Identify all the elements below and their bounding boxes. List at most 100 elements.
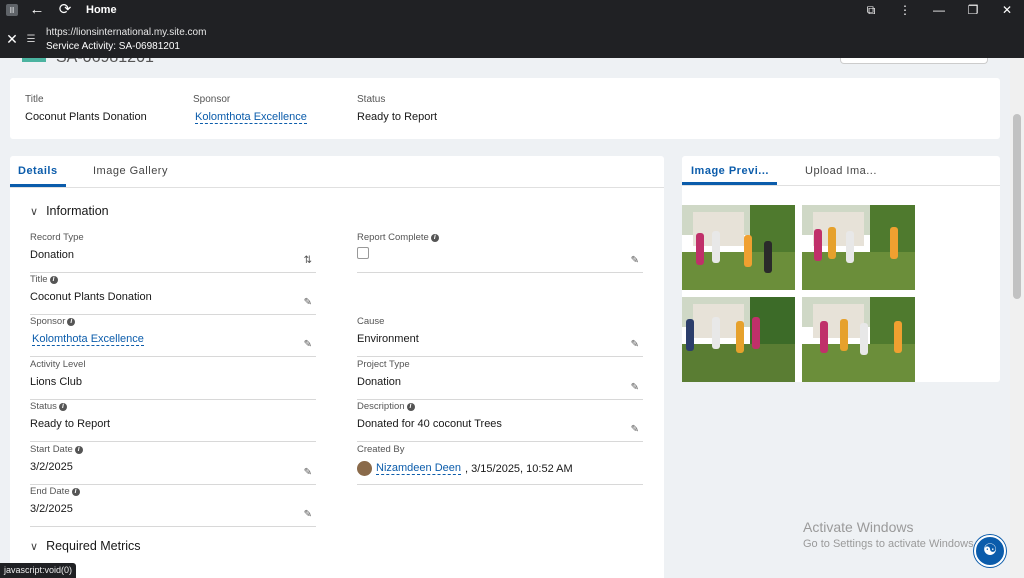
highlights-panel: Title Coconut Plants Donation Sponsor Ko…: [10, 78, 1000, 139]
minimize-icon[interactable]: —: [922, 3, 956, 17]
section-title: Information: [46, 204, 109, 218]
field-value: Donation: [357, 376, 402, 388]
extensions-icon[interactable]: ⧉: [854, 3, 888, 18]
refresh-icon[interactable]: ⟳: [56, 0, 74, 20]
page-scrollbar[interactable]: [1010, 58, 1024, 578]
pencil-icon[interactable]: ✎: [631, 255, 639, 266]
created-by-user-link[interactable]: Nizamdeen Deen: [376, 462, 461, 475]
gallery-tabs: Image Previ... Upload Ima...: [682, 156, 1000, 186]
pencil-icon[interactable]: ✎: [304, 467, 312, 478]
field-value: 3/2/2025: [30, 503, 73, 515]
field-start-date: Start Date i 3/2/2025 ✎: [30, 444, 316, 485]
field-label: Project Type: [357, 359, 410, 370]
field-status: Status i Ready to Report: [30, 401, 316, 442]
watermark-title: Activate Windows: [803, 519, 914, 535]
field-label: Title: [30, 274, 48, 285]
status-bar: javascript:void(0): [0, 563, 77, 578]
site-settings-icon[interactable]: ☰: [24, 34, 38, 45]
field-report-complete: Report Complete i ✎: [357, 232, 643, 273]
highlight-label: Sponsor: [193, 94, 231, 105]
field-value: Ready to Report: [30, 418, 111, 430]
accessibility-icon[interactable]: ☯: [974, 535, 1006, 567]
app-badge-icon: II: [6, 4, 18, 16]
field-label: Cause: [357, 316, 385, 327]
created-datetime: , 3/15/2025, 10:52 AM: [465, 462, 573, 475]
field-end-date: End Date i 3/2/2025 ✎: [30, 486, 316, 527]
section-title: Required Metrics: [46, 539, 141, 553]
field-label: Activity Level: [30, 359, 86, 370]
highlight-sponsor: Sponsor Kolomthota Excellence: [193, 94, 307, 124]
field-activity-level: Activity Level Lions Club: [30, 359, 316, 400]
section-required-metrics[interactable]: ∨ Required Metrics: [30, 539, 141, 553]
field-project-type: Project Type Donation ✎: [357, 359, 643, 400]
field-label: Sponsor: [30, 316, 66, 327]
sponsor-link[interactable]: Kolomthota Excellence: [195, 111, 307, 124]
tab-details[interactable]: Details: [18, 165, 58, 177]
url-text: https://lionsinternational.my.site.com: [46, 26, 207, 38]
info-icon[interactable]: i: [67, 317, 76, 326]
gallery-photo[interactable]: [682, 205, 795, 290]
field-value: Lions Club: [30, 376, 82, 388]
field-label: Record Type: [30, 232, 84, 243]
field-value: 3/2/2025: [30, 461, 73, 473]
scrollbar-thumb[interactable]: [1013, 114, 1021, 299]
record-icon: [22, 58, 46, 62]
field-value: Donation: [30, 249, 75, 261]
pencil-icon[interactable]: ✎: [304, 339, 312, 350]
highlight-label: Title: [25, 94, 44, 105]
field-value: Environment: [357, 333, 419, 345]
gallery-photo[interactable]: [802, 205, 915, 290]
close-window-icon[interactable]: ✕: [990, 3, 1024, 17]
field-label: Status: [30, 401, 57, 412]
field-label: Created By: [357, 444, 405, 455]
gallery-photo[interactable]: [802, 297, 915, 382]
restore-icon[interactable]: ❐: [956, 3, 990, 17]
header-actions[interactable]: [840, 58, 988, 64]
field-value: Coconut Plants Donation: [30, 291, 152, 303]
pencil-icon[interactable]: ✎: [631, 424, 639, 435]
pencil-icon[interactable]: ✎: [304, 297, 312, 308]
highlight-value: Ready to Report: [357, 111, 438, 123]
field-label: Description: [357, 401, 405, 412]
image-preview-panel: Image Previ... Upload Ima...: [682, 156, 1000, 382]
report-complete-checkbox[interactable]: [357, 247, 369, 259]
highlight-status: Status Ready to Report: [357, 94, 437, 123]
field-title: Title i Coconut Plants Donation ✎: [30, 274, 316, 315]
window-title: Home: [86, 4, 117, 16]
url-info[interactable]: https://lionsinternational.my.site.com S…: [46, 27, 206, 52]
section-information[interactable]: ∨ Information: [30, 204, 109, 218]
info-icon[interactable]: i: [74, 445, 83, 454]
pencil-icon[interactable]: ✎: [304, 509, 312, 520]
sponsor-link[interactable]: Kolomthota Excellence: [32, 333, 144, 346]
tab-upload-image[interactable]: Upload Ima...: [805, 165, 877, 177]
more-menu-icon[interactable]: ⋮: [888, 3, 922, 17]
change-record-type-icon[interactable]: ⇅: [304, 255, 312, 266]
info-icon[interactable]: i: [71, 487, 80, 496]
field-record-type: Record Type Donation ⇅: [30, 232, 316, 273]
field-label: End Date: [30, 486, 70, 497]
tab-active-indicator: [10, 184, 66, 187]
field-sponsor: Sponsor i Kolomthota Excellence ✎: [30, 316, 316, 357]
info-icon[interactable]: i: [49, 275, 58, 284]
url-bar: ✕ ☰ https://lionsinternational.my.site.c…: [0, 20, 1024, 58]
field-label: Report Complete: [357, 232, 429, 243]
highlight-label: Status: [357, 94, 386, 105]
info-icon[interactable]: i: [406, 402, 415, 411]
highlight-title: Title Coconut Plants Donation: [25, 94, 147, 123]
tab-image-gallery[interactable]: Image Gallery: [93, 165, 168, 177]
pencil-icon[interactable]: ✎: [631, 382, 639, 393]
chevron-down-icon: ∨: [30, 205, 39, 218]
user-avatar[interactable]: [357, 461, 372, 476]
record-number: SA-06981201: [56, 58, 154, 67]
info-icon[interactable]: i: [58, 402, 67, 411]
gallery-photo[interactable]: [682, 297, 795, 382]
info-icon[interactable]: i: [430, 233, 439, 242]
tab-active-indicator: [682, 182, 777, 185]
back-arrow-icon[interactable]: ←: [28, 0, 46, 20]
watermark-subtitle: Go to Settings to activate Windows.: [803, 538, 977, 550]
close-icon[interactable]: ✕: [0, 31, 24, 48]
page-content: SA-06981201 Title Coconut Plants Donatio…: [0, 58, 1010, 578]
browser-title-bar: II ← ⟳ Home ⧉ ⋮ — ❐ ✕: [0, 0, 1024, 20]
tab-image-preview[interactable]: Image Previ...: [691, 165, 769, 177]
pencil-icon[interactable]: ✎: [631, 339, 639, 350]
